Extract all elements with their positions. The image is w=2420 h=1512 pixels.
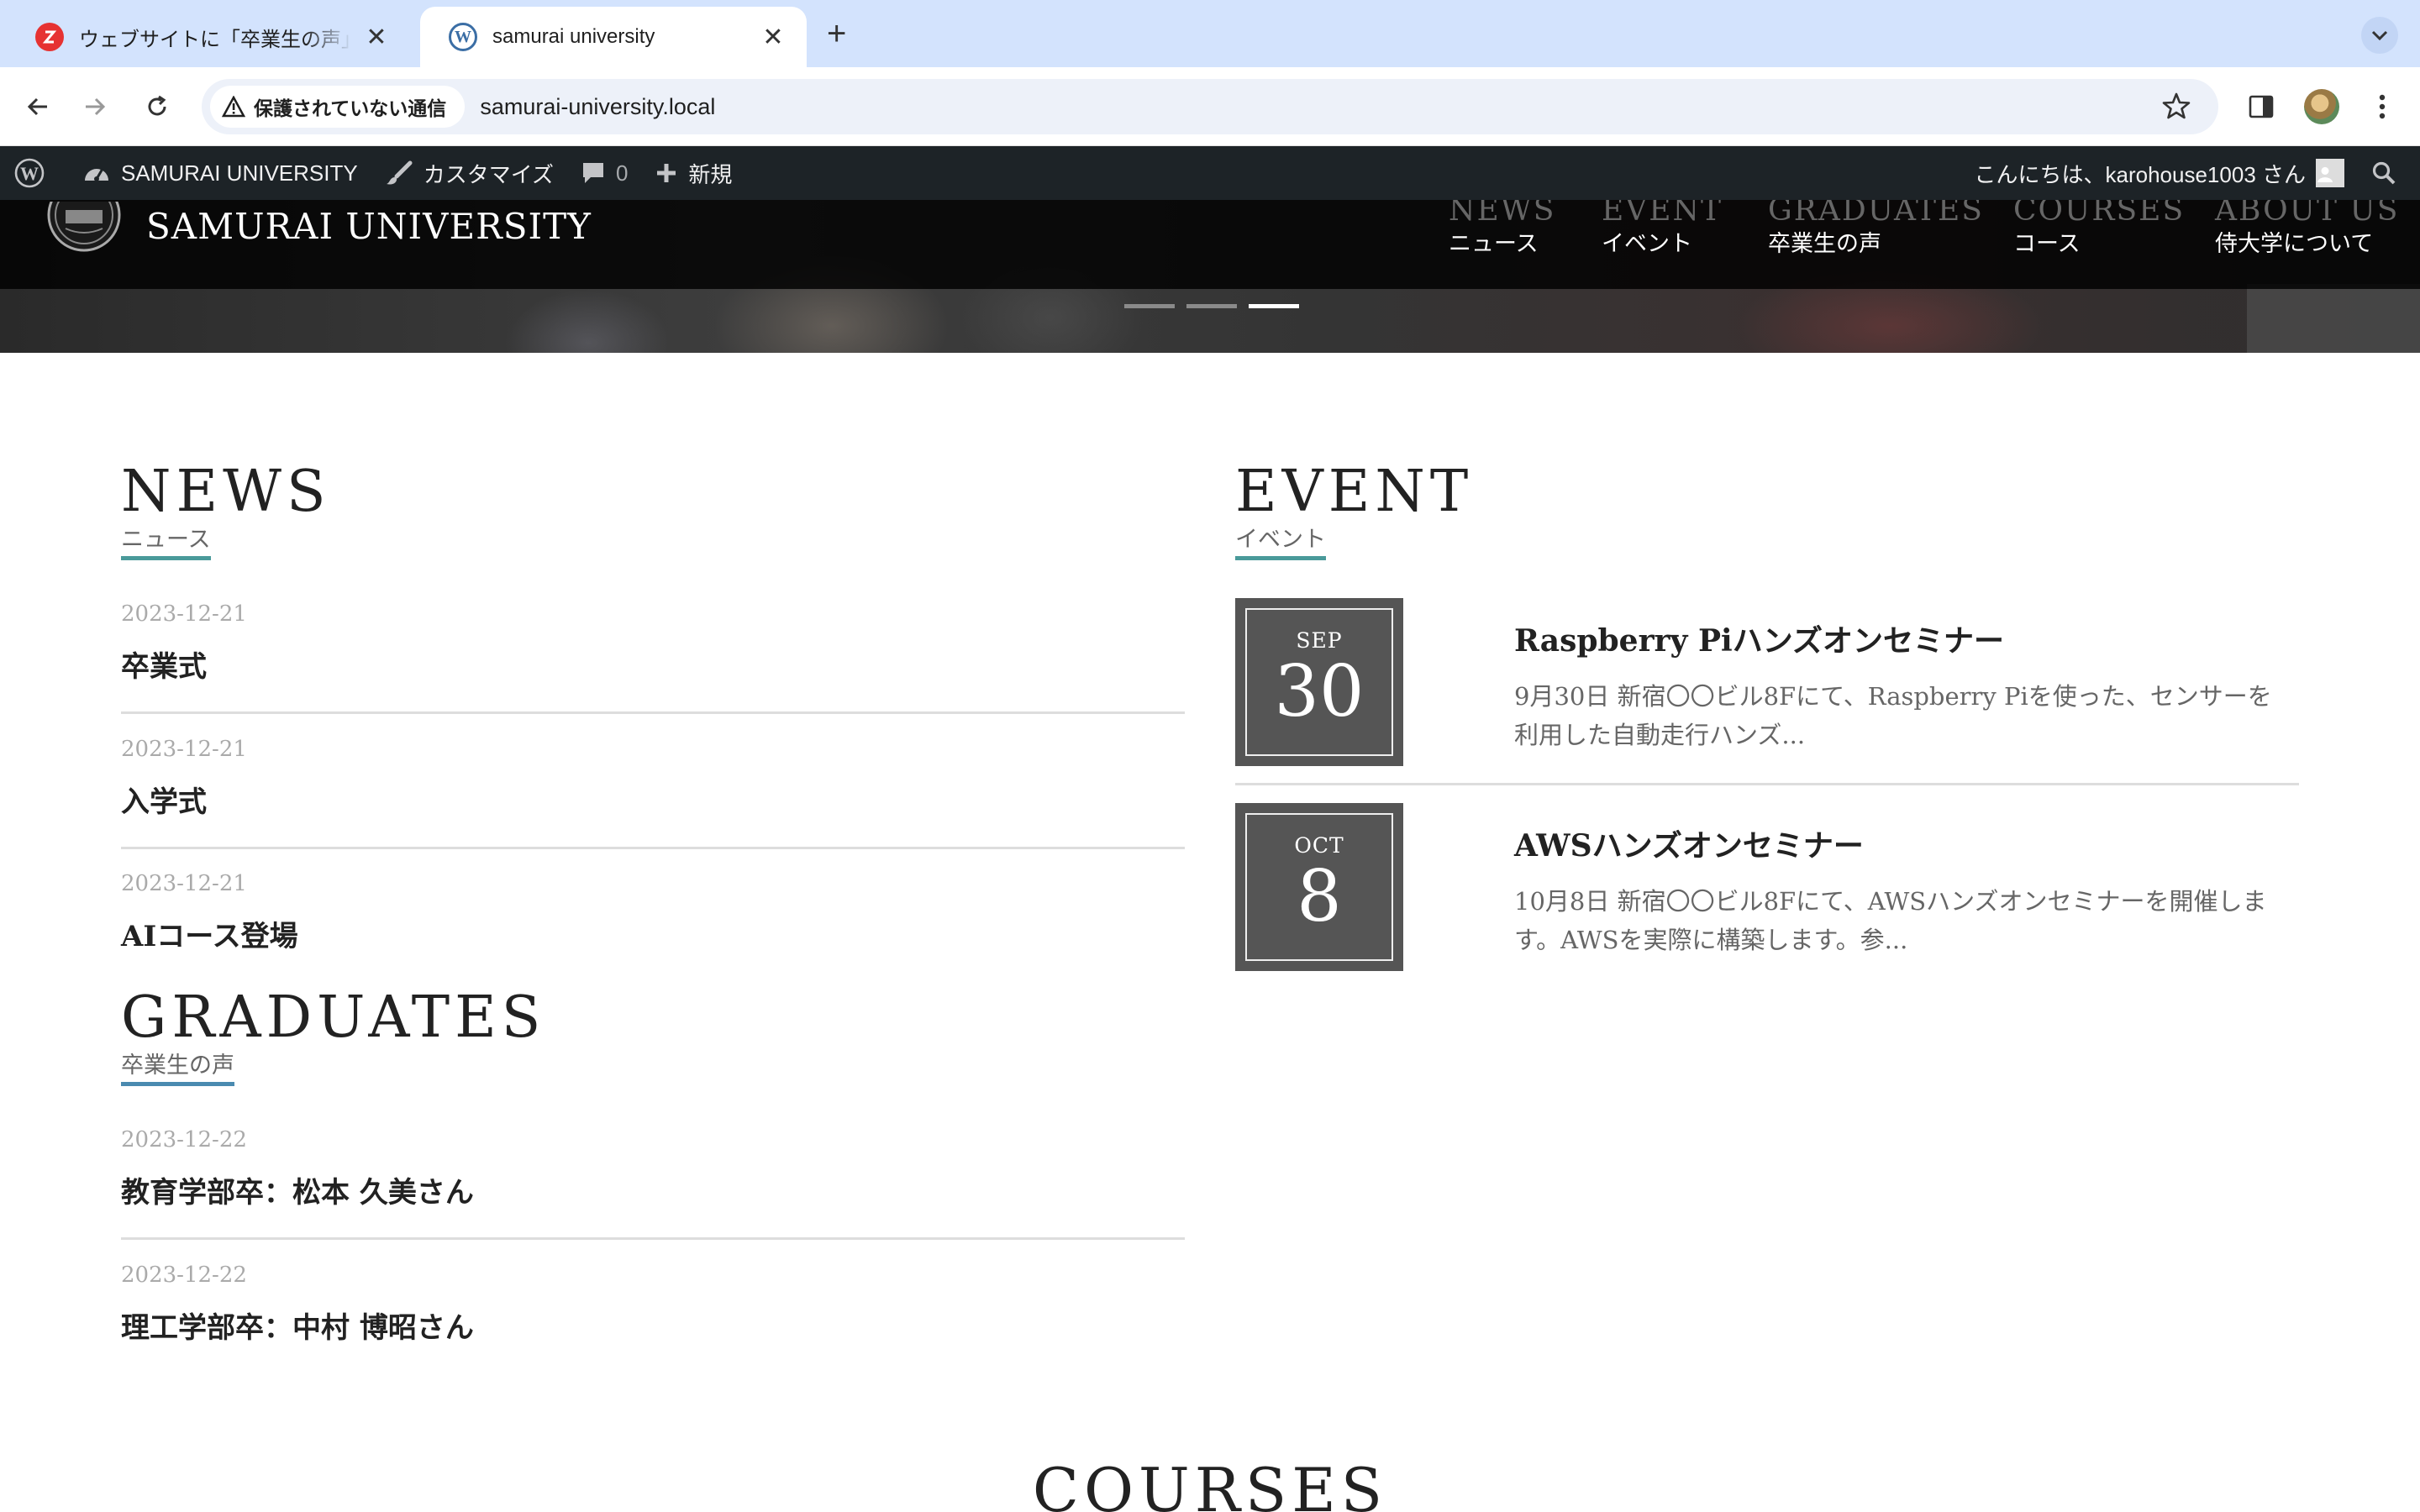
dashboard-gauge-icon [85, 168, 108, 181]
side-panel-icon[interactable] [2240, 86, 2282, 128]
news-item[interactable]: 2023-12-21 卒業式 [121, 601, 1185, 714]
slider-dot[interactable] [1186, 304, 1237, 308]
admin-search-icon[interactable] [2358, 146, 2420, 200]
courses-heading: COURSES [1032, 1455, 1388, 1512]
event-date-badge: OCT 8 [1235, 803, 1403, 971]
news-item[interactable]: 2023-12-21 AIコース登場 [121, 871, 1185, 954]
reload-icon[interactable] [136, 86, 178, 128]
site-header: SAMURAI UNIVERSITY NEWS ニュース EVENT イベント … [0, 193, 2420, 289]
paintbrush-icon [386, 160, 413, 185]
post-date: 2023-12-21 [121, 601, 247, 627]
event-title[interactable]: AWSハンズオンセミナー [1514, 822, 1864, 865]
post-title[interactable]: 入学式 [121, 779, 1185, 820]
event-day: 8 [1297, 855, 1342, 937]
admin-customize[interactable]: カスタマイズ [371, 146, 567, 200]
event-item[interactable]: OCT 8 AWSハンズオンセミナー 10月8日 新宿〇〇ビル8Fにて、AWSハ… [1235, 803, 2299, 971]
nav-ja-label: ニュース [1449, 231, 1539, 256]
tab-favicon-icon [35, 23, 64, 51]
admin-comments[interactable]: 0 [567, 146, 641, 200]
svg-text:W: W [20, 163, 39, 184]
slider-dot[interactable] [1124, 304, 1175, 308]
tab-search-chevron-down-icon[interactable] [2361, 17, 2398, 54]
browser-tab[interactable]: ウェブサイトに「卒業生の声」投稿タイプを ✕ [7, 7, 410, 67]
graduates-subheading: 卒業生の声 [121, 1052, 234, 1087]
post-title[interactable]: 卒業式 [121, 643, 1185, 685]
event-day: 30 [1274, 650, 1365, 732]
post-date: 2023-12-22 [121, 1263, 247, 1288]
address-bar[interactable]: 保護されていない通信 samurai-university.local [202, 79, 2218, 134]
post-title[interactable]: 理工学部卒：中村 博昭さん [121, 1305, 1185, 1346]
browser-tab-strip: ウェブサイトに「卒業生の声」投稿タイプを ✕ W samurai univers… [0, 0, 2420, 67]
profile-avatar[interactable] [2301, 86, 2343, 128]
event-description: 10月8日 新宿〇〇ビル8Fにて、AWSハンズオンセミナーを開催します。AWSを… [1514, 887, 2267, 954]
warning-triangle-icon [222, 96, 245, 118]
event-month: OCT [1294, 833, 1344, 858]
graduates-heading: GRADUATES [121, 984, 546, 1051]
admin-greeting: こんにちは、karohouse1003 さん [1974, 161, 2306, 187]
event-date-badge: SEP 30 [1235, 598, 1403, 766]
news-heading: NEWS [121, 459, 331, 525]
hero-slider: SAMURAI UNIVERSITY NEWS ニュース EVENT イベント … [0, 193, 2420, 353]
site-title[interactable]: SAMURAI UNIVERSITY [146, 200, 592, 252]
event-title[interactable]: Raspberry Piハンズオンセミナー [1514, 617, 2004, 660]
graduate-item[interactable]: 2023-12-22 理工学部卒：中村 博昭さん [121, 1263, 1185, 1346]
wordpress-favicon-icon: W [449, 23, 477, 51]
event-subheading: イベント [1235, 526, 1326, 561]
back-arrow-icon[interactable] [17, 86, 59, 128]
graduate-item[interactable]: 2023-12-22 教育学部卒：松本 久美さん [121, 1127, 1185, 1240]
admin-site-name[interactable]: SAMURAI UNIVERSITY [69, 146, 371, 200]
new-tab-icon[interactable]: + [827, 15, 846, 52]
tab-close-icon[interactable]: ✕ [363, 23, 390, 52]
nav-ja-label: 侍大学について [2215, 231, 2374, 256]
nav-ja-label: 卒業生の声 [1768, 231, 1881, 256]
admin-new-content[interactable]: 新規 [641, 146, 745, 200]
tab-close-icon[interactable]: ✕ [760, 23, 786, 52]
admin-avatar [2316, 159, 2344, 187]
event-description: 9月30日 新宿〇〇ビル8Fにて、Raspberry Piを使った、センサーを利… [1514, 682, 2272, 749]
plus-icon [657, 164, 676, 182]
comment-bubble-icon [582, 163, 603, 183]
event-divider [1235, 783, 2299, 785]
admin-new-label: 新規 [688, 161, 733, 187]
post-date: 2023-12-21 [121, 737, 247, 762]
event-heading: EVENT [1235, 459, 1474, 525]
event-month: SEP [1296, 628, 1343, 653]
event-item[interactable]: SEP 30 Raspberry Piハンズオンセミナー 9月30日 新宿〇〇ビ… [1235, 598, 2299, 766]
post-title[interactable]: 教育学部卒：松本 久美さん [121, 1169, 1185, 1210]
browser-tab-active[interactable]: W samurai university ✕ [420, 7, 807, 67]
security-chip[interactable]: 保護されていない通信 [210, 86, 466, 128]
browser-toolbar: 保護されていない通信 samurai-university.local [0, 67, 2420, 146]
nav-ja-label: イベント [1602, 231, 1692, 256]
security-label: 保護されていない通信 [254, 97, 447, 119]
news-item[interactable]: 2023-12-21 入学式 [121, 737, 1185, 849]
comments-count: 0 [615, 160, 629, 186]
wp-admin-bar: W SAMURAI UNIVERSITY カスタマイズ 0 新規 こんにちは、k… [0, 146, 2420, 200]
admin-site-name-label: SAMURAI UNIVERSITY [121, 160, 358, 186]
tab-title: samurai university [492, 25, 655, 48]
wordpress-logo-icon[interactable]: W [0, 146, 69, 200]
bookmark-star-icon[interactable] [2161, 91, 2191, 125]
menu-kebab-icon[interactable] [2361, 86, 2403, 128]
admin-customize-label: カスタマイズ [423, 161, 554, 187]
nav-ja-label: コース [2013, 231, 2081, 256]
admin-account[interactable]: こんにちは、karohouse1003 さん [1961, 146, 2358, 200]
news-subheading: ニュース [121, 526, 211, 561]
slider-pagination [1124, 304, 1299, 308]
url-text: samurai-university.local [480, 93, 716, 119]
tab-title: ウェブサイトに「卒業生の声」投稿タイプを [79, 28, 353, 51]
post-date: 2023-12-21 [121, 871, 247, 896]
post-date: 2023-12-22 [121, 1127, 247, 1152]
post-title[interactable]: AIコース登場 [121, 913, 1185, 954]
forward-arrow-icon[interactable] [74, 86, 116, 128]
slider-dot-active[interactable] [1249, 304, 1299, 308]
university-seal-logo [45, 202, 123, 254]
